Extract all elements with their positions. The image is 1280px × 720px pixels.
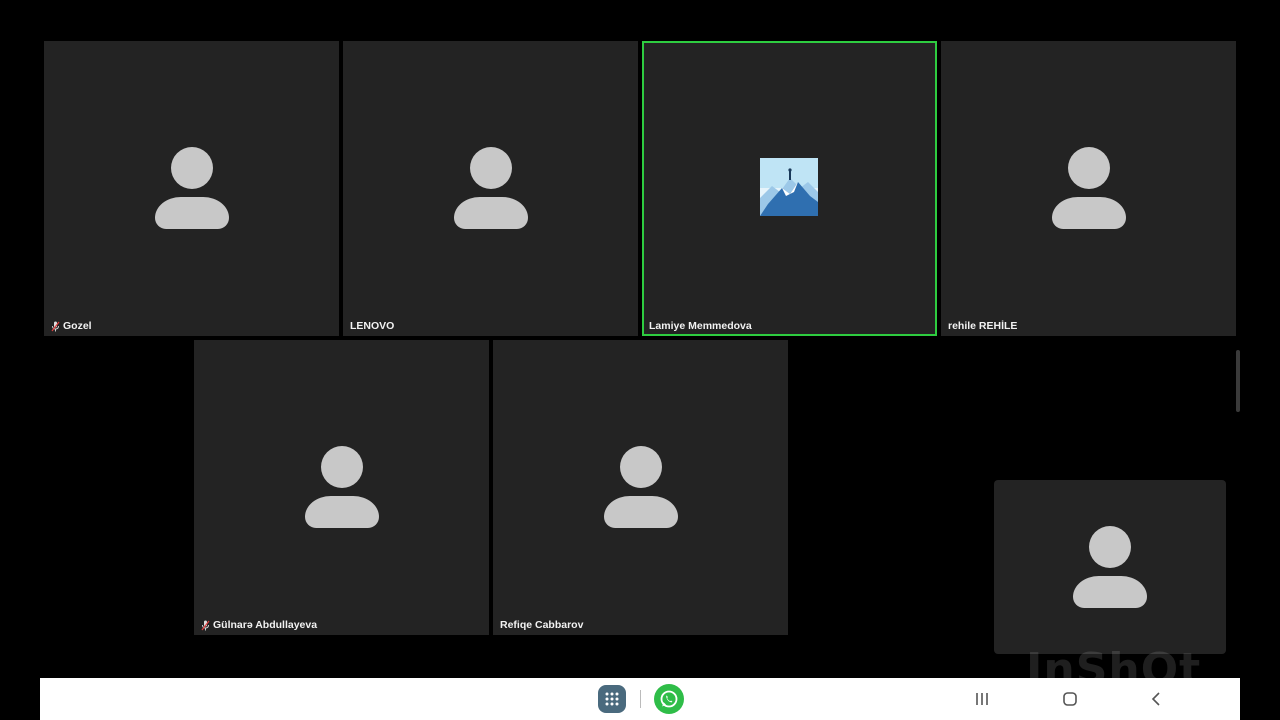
person-icon	[304, 446, 379, 528]
home-icon[interactable]	[1058, 688, 1082, 710]
apps-grid-icon[interactable]	[598, 685, 626, 713]
participant-tile-gulnare-abdullayeva[interactable]: Gülnarə Abdullayeva	[194, 340, 489, 635]
participant-name: Gozel	[51, 320, 92, 332]
participant-name: Gülnarə Abdullayeva	[201, 619, 317, 631]
participant-tile-rehile[interactable]: rehile REHİLE	[941, 41, 1236, 336]
back-icon[interactable]	[1144, 688, 1168, 710]
navigation-bar	[40, 678, 1240, 720]
person-icon	[154, 147, 229, 229]
person-icon	[1051, 147, 1126, 229]
participant-name: Refiqe Cabbarov	[500, 619, 584, 631]
participant-name: Lamiye Memmedova	[649, 320, 752, 332]
participant-name: rehile REHİLE	[948, 320, 1018, 332]
recent-apps-icon[interactable]	[970, 688, 994, 710]
person-icon	[603, 446, 678, 528]
whatsapp-icon[interactable]	[654, 684, 684, 714]
mic-muted-icon	[51, 321, 60, 331]
person-icon	[1073, 526, 1147, 608]
participant-name: LENOVO	[350, 320, 395, 332]
person-icon	[453, 147, 528, 229]
participant-tile-gozel[interactable]: Gozel	[44, 41, 339, 336]
mic-muted-icon	[201, 620, 210, 630]
self-view-tile[interactable]	[994, 480, 1226, 654]
profile-picture	[760, 158, 818, 216]
participant-tile-lenovo[interactable]: LENOVO	[343, 41, 638, 336]
participant-tile-refiqe-cabbarov[interactable]: Refiqe Cabbarov	[493, 340, 788, 635]
divider	[640, 690, 641, 708]
participant-tile-lamiye-memmedova[interactable]: Lamiye Memmedova	[642, 41, 937, 336]
scroll-handle[interactable]	[1236, 350, 1240, 412]
